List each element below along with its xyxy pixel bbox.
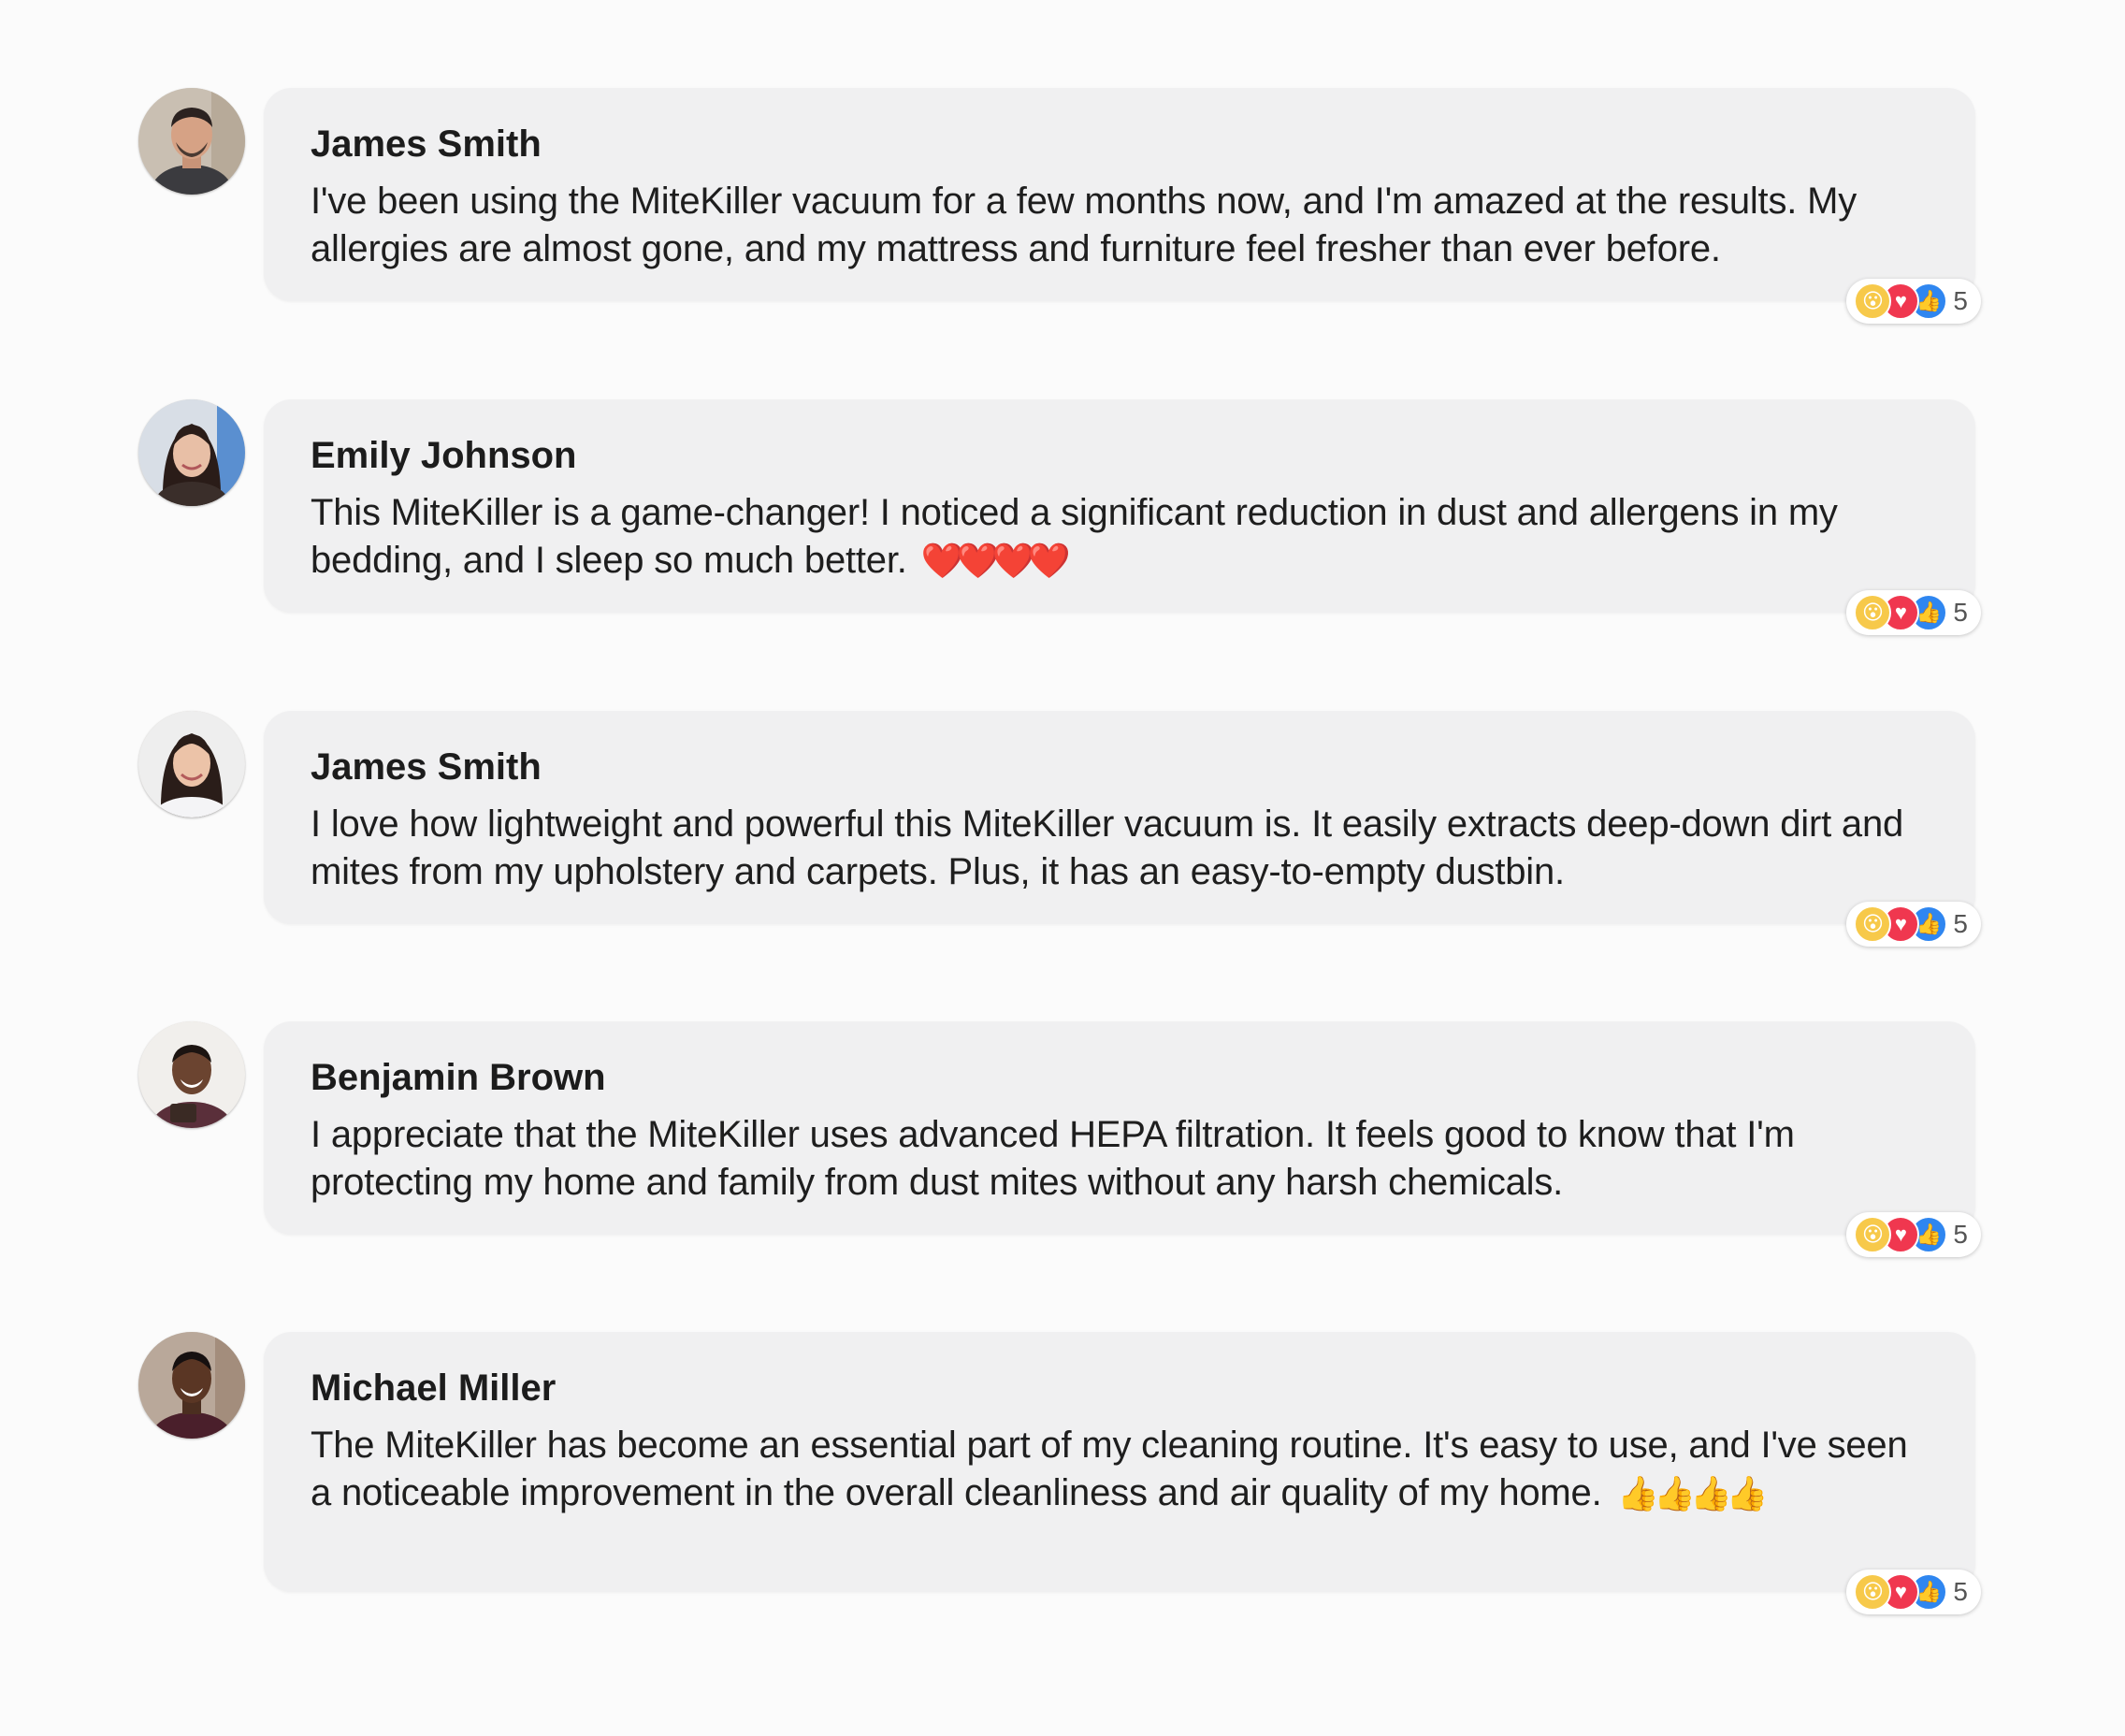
avatar-photo-icon — [138, 88, 245, 195]
avatar-photo-icon — [138, 1332, 245, 1439]
wow-reaction-icon: 😮 — [1854, 594, 1892, 631]
reaction-count: 5 — [1953, 909, 1968, 938]
comment-text: I love how lightweight and powerful this… — [311, 801, 1929, 896]
comment-bubble: Michael Miller The MiteKiller has become… — [264, 1332, 1975, 1592]
heart-emoji-icon: ❤️❤️❤️❤️ — [920, 542, 1071, 580]
reaction-summary[interactable]: 😮 ♥ 👍 5 — [1846, 1570, 1981, 1614]
comments-feed: James Smith I've been using the MiteKill… — [0, 0, 2125, 1736]
comment-bubble: James Smith I've been using the MiteKill… — [264, 88, 1975, 301]
avatar-photo-icon — [138, 711, 245, 817]
wow-reaction-icon: 😮 — [1854, 1573, 1892, 1611]
comment-text: I appreciate that the MiteKiller uses ad… — [311, 1111, 1929, 1207]
comment-text: This MiteKiller is a game-changer! I not… — [311, 489, 1929, 585]
avatar[interactable] — [138, 1332, 245, 1439]
thumbs-up-emoji-icon: 👍👍👍👍 — [1617, 1474, 1768, 1512]
wow-reaction-icon: 😮 — [1854, 282, 1892, 320]
reaction-count: 5 — [1953, 286, 1968, 315]
comment-text: I've been using the MiteKiller vacuum fo… — [311, 178, 1929, 273]
comment-bubble: Emily Johnson This MiteKiller is a game-… — [264, 399, 1975, 613]
avatar[interactable] — [138, 399, 245, 506]
comment-author[interactable]: Emily Johnson — [311, 431, 1929, 480]
avatar-photo-icon — [138, 1021, 245, 1128]
avatar[interactable] — [138, 1021, 245, 1128]
reaction-summary[interactable]: 😮 ♥ 👍 5 — [1846, 590, 1981, 635]
reaction-summary[interactable]: 😮 ♥ 👍 5 — [1846, 1212, 1981, 1257]
comment-body: This MiteKiller is a game-changer! I not… — [311, 492, 1838, 581]
reaction-count: 5 — [1953, 598, 1968, 627]
comment-body: I've been using the MiteKiller vacuum fo… — [311, 181, 1858, 269]
comment-text: The MiteKiller has become an essential p… — [311, 1422, 1929, 1517]
reaction-summary[interactable]: 😮 ♥ 👍 5 — [1846, 902, 1981, 947]
reaction-count: 5 — [1953, 1220, 1968, 1249]
comment-author[interactable]: Michael Miller — [311, 1364, 1929, 1412]
comment-body: I appreciate that the MiteKiller uses ad… — [311, 1114, 1795, 1203]
wow-reaction-icon: 😮 — [1854, 1216, 1892, 1253]
comment-body: I love how lightweight and powerful this… — [311, 803, 1904, 892]
avatar-photo-icon — [138, 399, 245, 506]
comment-author[interactable]: James Smith — [311, 120, 1929, 168]
reaction-summary[interactable]: 😮 ♥ 👍 5 — [1846, 279, 1981, 324]
comment-author[interactable]: James Smith — [311, 743, 1929, 791]
comment-bubble: James Smith I love how lightweight and p… — [264, 711, 1975, 924]
comment-bubble: Benjamin Brown I appreciate that the Mit… — [264, 1021, 1975, 1235]
avatar[interactable] — [138, 88, 245, 195]
comment-author[interactable]: Benjamin Brown — [311, 1053, 1929, 1102]
wow-reaction-icon: 😮 — [1854, 905, 1892, 943]
reaction-count: 5 — [1953, 1577, 1968, 1606]
avatar[interactable] — [138, 711, 245, 817]
